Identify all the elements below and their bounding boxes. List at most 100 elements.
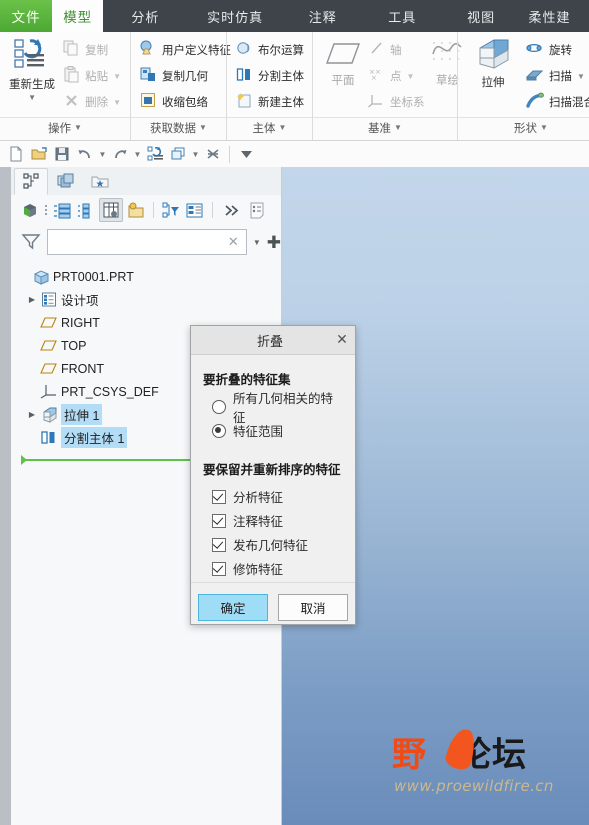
tree-expander[interactable]: ▶	[25, 295, 39, 304]
chevron-down-icon[interactable]: ▼	[199, 123, 207, 132]
open-file-button[interactable]	[28, 143, 50, 165]
checkbox-icon[interactable]	[212, 561, 226, 576]
tab-tools[interactable]: 工具	[363, 0, 442, 32]
ribbon-group-get-data-footer[interactable]: 获取数据 ▼	[131, 117, 226, 140]
chevron-down-icon[interactable]: ▼	[407, 72, 415, 81]
checkbox-publish-geometry-feature[interactable]: 发布几何特征	[203, 534, 343, 555]
chevron-down-icon[interactable]: ▼	[113, 98, 121, 107]
model-cube-button[interactable]	[19, 199, 41, 221]
watermark-text-part1: 野	[392, 735, 427, 775]
redo-button[interactable]	[109, 143, 131, 165]
toolbar-overflow-button[interactable]	[235, 143, 257, 165]
tab-analysis[interactable]: 分析	[103, 0, 188, 32]
tree-row-part[interactable]: PRT0001.PRT	[11, 265, 281, 288]
datum-axis-button[interactable]: 轴	[365, 38, 428, 62]
dialog-section-2-label: 要保留并重新排序的特征	[203, 463, 341, 477]
shrinkwrap-button[interactable]: 收缩包络	[137, 90, 234, 114]
radio-icon-selected[interactable]	[212, 423, 226, 438]
radio-icon[interactable]	[212, 399, 226, 414]
ribbon-group-operations-footer[interactable]: 操作 ▼	[0, 117, 130, 140]
clear-x-icon[interactable]: ✕	[225, 234, 242, 250]
chevron-down-icon[interactable]: ▼	[113, 72, 121, 81]
tab-view-label: 视图	[467, 9, 496, 25]
tree-filter-button[interactable]	[160, 199, 182, 221]
tree-table-button[interactable]	[99, 198, 123, 222]
tab-file[interactable]: 文件	[0, 0, 53, 32]
save-button[interactable]	[51, 143, 73, 165]
extrude-button[interactable]: 拉伸	[468, 36, 518, 90]
tree-more-button[interactable]	[219, 199, 245, 221]
tree-expander[interactable]: ▶	[25, 410, 39, 419]
tab-realtime-simulation[interactable]: 实时仿真	[188, 0, 283, 32]
tree-row-design-items[interactable]: ▶ 设计项	[11, 288, 281, 311]
undo-button[interactable]	[74, 143, 96, 165]
tree-list-button[interactable]	[51, 199, 73, 221]
cancel-button[interactable]: 取消	[278, 593, 348, 621]
ribbon-group-get-data-label: 获取数据	[150, 123, 197, 135]
revolve-button[interactable]: 旋转	[522, 38, 589, 62]
search-input[interactable]	[52, 231, 225, 253]
tab-flexible-modeling[interactable]: 柔性建	[521, 0, 589, 32]
search-box[interactable]: ✕	[47, 229, 247, 255]
copy-button[interactable]: 复制	[60, 38, 124, 62]
paste-button[interactable]: 粘贴 ▼	[60, 64, 124, 88]
chevron-down-icon[interactable]: ▼	[540, 123, 548, 132]
window-button[interactable]	[167, 143, 189, 165]
navigator-scrollbar[interactable]	[0, 167, 11, 825]
settings-folder-button[interactable]	[125, 199, 147, 221]
nav-tab-layers[interactable]	[50, 169, 82, 194]
chevron-down-icon[interactable]: ▼	[279, 123, 287, 132]
checkbox-icon[interactable]	[212, 489, 226, 504]
chevron-down-icon[interactable]: ▼	[394, 123, 402, 132]
nav-tab-favorites[interactable]	[84, 169, 116, 194]
datum-plane-button[interactable]: 平面	[323, 36, 363, 88]
radio-option-all-geometry[interactable]: 所有几何相关的特征	[203, 392, 343, 425]
swept-blend-button[interactable]: 扫描混合	[522, 90, 589, 114]
tree-columns-button[interactable]	[75, 199, 97, 221]
tree-toolbar-divider-2	[212, 202, 213, 218]
tree-notes-button[interactable]	[247, 199, 269, 221]
tab-model[interactable]: 模型	[52, 0, 104, 32]
boolean-operation-button[interactable]: 布尔运算	[233, 38, 307, 62]
redo-dropdown-caret[interactable]: ▼	[132, 150, 143, 159]
ok-button[interactable]: 确定	[198, 593, 268, 621]
tree-drag-handle[interactable]	[43, 201, 49, 219]
new-body-button[interactable]: 新建主体	[233, 90, 307, 114]
tab-view[interactable]: 视图	[442, 0, 521, 32]
application-window: 文件 模型 分析 实时仿真 注释 工具 视图 柔性建 重新生成 ▼ 复制 粘贴 …	[0, 0, 589, 825]
udf-button[interactable]: 用户定义特征	[137, 38, 234, 62]
window-dropdown-caret[interactable]: ▼	[190, 150, 201, 159]
ribbon-group-body-footer[interactable]: 主体 ▼	[227, 117, 312, 140]
chevron-down-icon[interactable]: ▼	[253, 238, 261, 247]
delete-label: 删除	[85, 97, 109, 109]
checkbox-icon[interactable]	[212, 513, 226, 528]
regenerate-model-button[interactable]	[144, 143, 166, 165]
delete-button[interactable]: 删除 ▼	[60, 90, 124, 114]
close-window-button[interactable]	[202, 143, 224, 165]
chevron-down-icon[interactable]: ▼	[577, 72, 585, 81]
checkbox-annotation-feature[interactable]: 注释特征	[203, 510, 343, 531]
nav-tab-model-tree[interactable]	[14, 167, 48, 195]
tab-annotation[interactable]: 注释	[283, 0, 363, 32]
checkbox-cosmetic-feature[interactable]: 修饰特征	[203, 558, 343, 579]
coordinate-system-button[interactable]: 坐标系	[365, 90, 428, 114]
datum-point-button[interactable]: × × × 点 ▼	[365, 64, 428, 88]
ribbon-group-datum-footer[interactable]: 基准 ▼	[313, 117, 457, 140]
close-icon[interactable]: ✕	[329, 327, 355, 353]
ribbon-group-shapes-footer[interactable]: 形状 ▼	[458, 117, 589, 140]
chevron-down-icon[interactable]: ▼	[28, 93, 36, 102]
ribbon-group-operations-label: 操作	[48, 123, 72, 135]
sweep-button[interactable]: 扫描 ▼	[522, 64, 589, 88]
split-body-button[interactable]: 分割主体	[233, 64, 307, 88]
datum-axis-label: 轴	[390, 45, 402, 57]
checkbox-icon[interactable]	[212, 537, 226, 552]
tree-columns2-button[interactable]	[184, 199, 206, 221]
plus-icon[interactable]: ✚	[267, 234, 281, 251]
chevron-down-icon[interactable]: ▼	[74, 123, 82, 132]
dialog-title-bar[interactable]: 折叠 ✕	[191, 326, 355, 355]
undo-dropdown-caret[interactable]: ▼	[97, 150, 108, 159]
regenerate-button[interactable]: 重新生成 ▼	[6, 36, 58, 102]
checkbox-analysis-feature[interactable]: 分析特征	[203, 486, 343, 507]
copy-geometry-button[interactable]: 复制几何	[137, 64, 234, 88]
new-file-button[interactable]	[5, 143, 27, 165]
